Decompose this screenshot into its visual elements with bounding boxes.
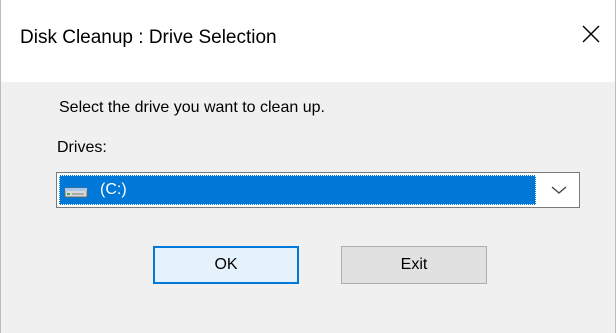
close-icon <box>582 25 600 43</box>
drives-selected-item[interactable]: (C:) <box>59 175 536 205</box>
ok-button[interactable]: OK <box>153 246 299 284</box>
title-bar[interactable]: Disk Cleanup : Drive Selection <box>1 0 615 82</box>
drives-dropdown-button[interactable] <box>543 175 575 205</box>
dialog-body: Select the drive you want to clean up. D… <box>1 82 615 333</box>
drives-selected-value: (C:) <box>100 181 127 198</box>
disk-cleanup-dialog: Disk Cleanup : Drive Selection Select th… <box>0 0 616 333</box>
window-title: Disk Cleanup : Drive Selection <box>20 27 277 48</box>
hard-drive-icon <box>64 187 88 198</box>
exit-button[interactable]: Exit <box>341 246 487 284</box>
chevron-down-icon <box>551 186 567 194</box>
close-button[interactable] <box>573 16 609 52</box>
drives-combobox[interactable]: (C:) <box>56 172 580 208</box>
drives-label: Drives: <box>57 139 107 156</box>
instruction-text: Select the drive you want to clean up. <box>59 99 325 116</box>
